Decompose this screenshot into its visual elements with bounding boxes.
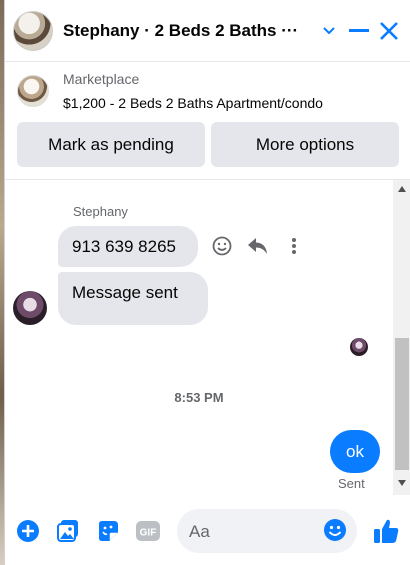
incoming-message[interactable]: 913 639 8265 xyxy=(58,226,198,267)
photo-icon[interactable] xyxy=(55,518,81,544)
emoji-reaction-icon[interactable] xyxy=(210,234,234,258)
sender-name: Stephany xyxy=(73,204,128,219)
listing-actions: Mark as pending More options xyxy=(17,122,399,167)
message-input-placeholder: Aa xyxy=(189,522,210,541)
thumbs-up-icon[interactable] xyxy=(371,516,401,546)
mark-as-pending-button[interactable]: Mark as pending xyxy=(17,122,205,167)
delivery-status: Sent xyxy=(338,476,365,491)
incoming-message[interactable]: Message sent xyxy=(58,272,208,325)
more-options-button[interactable]: More options xyxy=(211,122,399,167)
message-timestamp: 8:53 PM xyxy=(174,390,224,405)
reply-icon[interactable] xyxy=(246,234,270,258)
chat-header: Stephany · 2 Beds 2 Baths ··· xyxy=(5,0,410,62)
chevron-down-icon[interactable] xyxy=(314,16,344,46)
plus-circle-icon[interactable] xyxy=(15,518,41,544)
message-composer: GIF Aa xyxy=(5,500,410,565)
seen-indicator-avatar xyxy=(350,338,368,356)
listing-title: $1,200 - 2 Beds 2 Baths Apartment/condo xyxy=(63,95,323,111)
more-vertical-icon[interactable] xyxy=(282,234,306,258)
message-thread: Stephany 913 639 8265 Message sent 8:53 … xyxy=(5,180,393,495)
listing-avatar[interactable] xyxy=(13,10,53,51)
thread-scrollbar[interactable] xyxy=(393,180,410,495)
marketplace-label: Marketplace xyxy=(63,71,140,87)
scrollbar-thumb[interactable] xyxy=(395,338,409,470)
outgoing-message[interactable]: ok xyxy=(330,430,380,473)
svg-text:GIF: GIF xyxy=(140,528,157,539)
gif-icon[interactable]: GIF xyxy=(135,518,161,544)
listing-thumbnail xyxy=(17,75,49,107)
emoji-icon[interactable] xyxy=(323,518,347,547)
sticker-icon[interactable] xyxy=(95,518,121,544)
scroll-up-arrow-icon[interactable] xyxy=(398,186,406,192)
close-icon[interactable] xyxy=(374,16,404,46)
scroll-down-arrow-icon[interactable] xyxy=(398,480,406,486)
sender-avatar[interactable] xyxy=(13,291,47,325)
message-input[interactable]: Aa xyxy=(177,509,357,553)
minimize-icon[interactable] xyxy=(344,16,374,46)
chat-window: Stephany · 2 Beds 2 Baths ··· Marketplac… xyxy=(4,0,410,565)
header-controls xyxy=(314,16,404,46)
chat-title[interactable]: Stephany · 2 Beds 2 Baths ··· xyxy=(63,21,308,41)
message-actions xyxy=(210,234,306,258)
marketplace-listing[interactable]: Marketplace $1,200 - 2 Beds 2 Baths Apar… xyxy=(5,62,410,118)
